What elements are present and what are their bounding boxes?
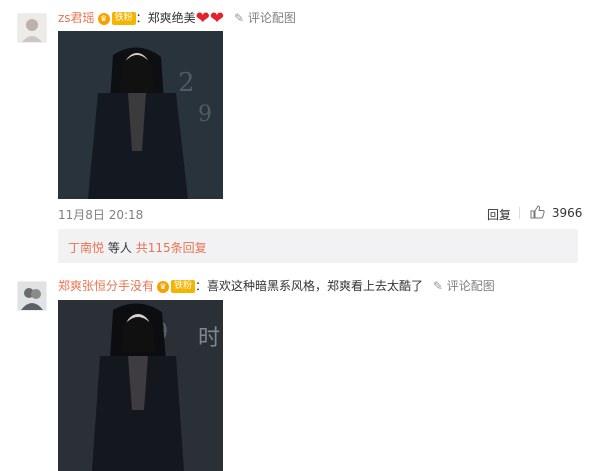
heart-emoji: ❤❤ [195,8,225,29]
separator: ： [195,279,208,293]
comment-2-image[interactable]: 9 时 [58,300,223,471]
comment-1-username[interactable]: zs君瑶 [58,11,95,25]
comment-1-pic-button[interactable]: ✎ 评论配图 [234,11,296,25]
reply-user-link[interactable]: 丁南悦 [68,241,104,255]
comment-1-header: zs君瑶 ♛ 铁粉 ：郑爽绝美❤❤ ✎ 评论配图 [58,8,296,29]
separator: ： [135,11,148,25]
comment-1-divider [519,207,520,219]
comment-1-pic-label: 评论配图 [247,11,296,25]
fan-badge[interactable]: 铁粉 [111,12,136,25]
comment-1-reply-button[interactable]: 回复 [487,206,511,223]
crown-icon: ♛ [157,280,170,293]
comment-2-text: 喜欢这种暗黑系风格，郑爽看上去太酷了 [207,279,424,293]
avatar-image [18,282,46,310]
fan-badge[interactable]: 铁粉 [171,280,196,293]
pen-icon: ✎ [233,11,244,25]
svg-text:2: 2 [178,68,195,98]
pen-icon: ✎ [432,279,443,293]
comment-1-replies-summary: 丁南悦 等人 共115条回复 [58,229,578,263]
comment-2-pic-button[interactable]: ✎ 评论配图 [433,279,495,293]
comment-2-username[interactable]: 郑爽张恒分手没有 [58,279,154,293]
svg-text:9: 9 [198,102,212,127]
photo-figure: 9 时 [58,300,223,471]
comment-2-header: 郑爽张恒分手没有 ♛ 铁粉 ：喜欢这种暗黑系风格，郑爽看上去太酷了 ✎ 评论配图 [58,278,495,294]
comment-1-date: 11月8日 20:18 [58,208,144,222]
comment-1-image[interactable]: 2 9 [58,31,223,199]
comment-2-pic-label: 评论配图 [446,279,495,293]
comment-1-avatar[interactable] [17,13,47,43]
comment-1-text: 郑爽绝美 [147,11,196,25]
crown-icon: ♛ [97,12,110,25]
comment-2-avatar[interactable] [17,281,47,311]
avatar-image [18,14,46,42]
thumbs-up-icon [530,205,545,219]
photo-figure: 2 9 [58,31,223,199]
comment-1-like-count: 3966 [551,206,583,220]
comment-1-like-button[interactable]: 3966 [530,205,582,220]
svg-text:时: 时 [198,326,220,351]
reply-middle-text: 等人 [107,241,132,255]
view-all-replies-link[interactable]: 共115条回复 [136,241,207,255]
